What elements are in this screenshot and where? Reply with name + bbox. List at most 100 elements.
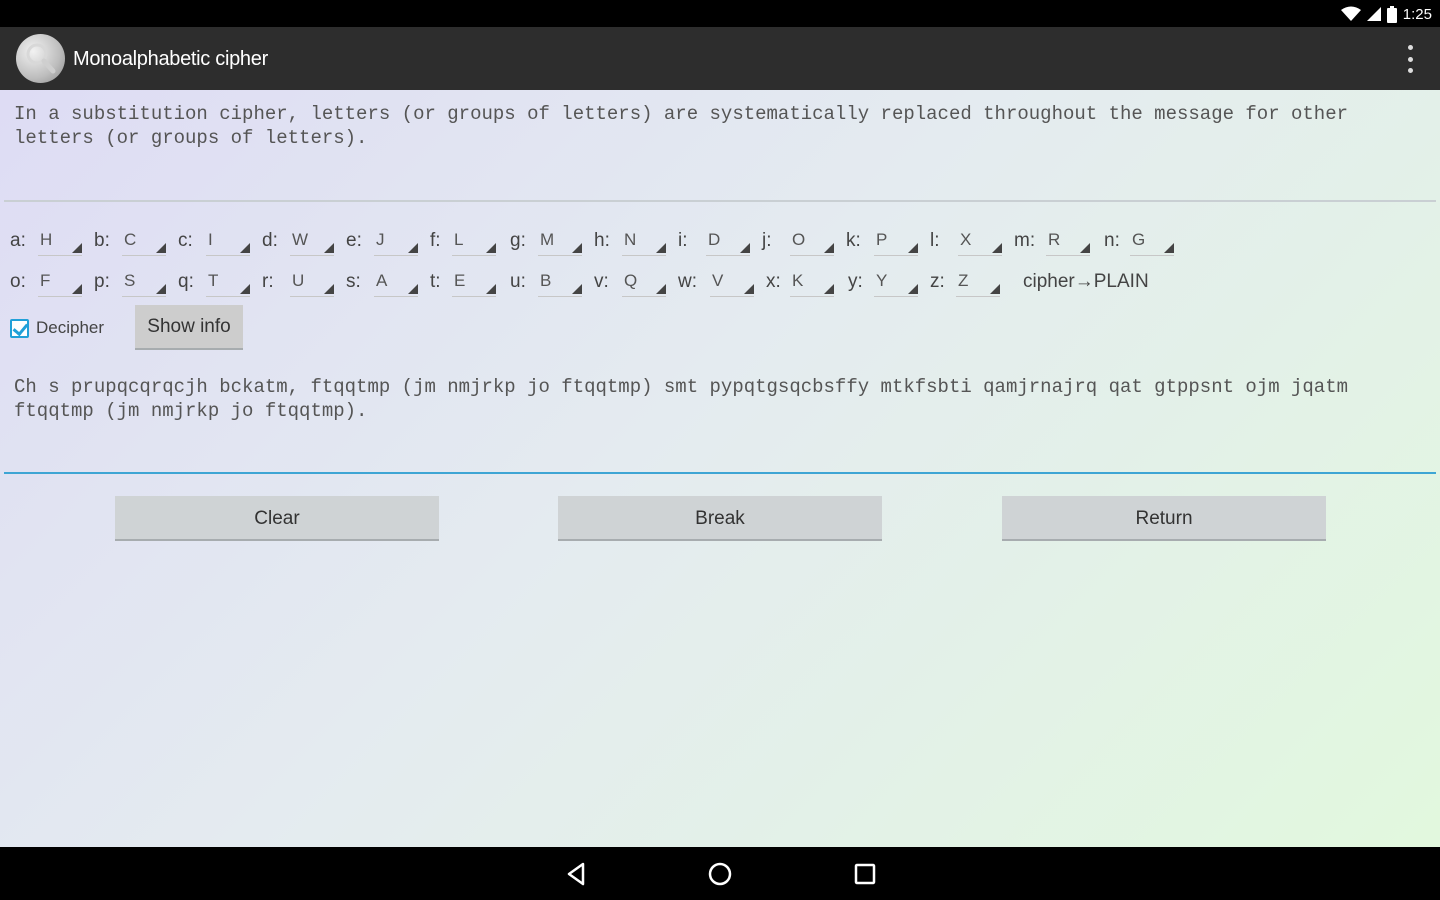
map-letter: n: (1104, 230, 1120, 251)
spinner-arrow-icon (572, 243, 582, 253)
spinner-arrow-icon (156, 284, 166, 294)
direction-label: cipher→PLAIN (1023, 271, 1149, 292)
map-letter: j: (762, 230, 772, 251)
map-letter: v: (594, 271, 609, 292)
map-spinner[interactable]: R (1046, 224, 1090, 256)
home-icon[interactable] (706, 860, 734, 888)
map-letter: b: (94, 230, 110, 251)
map-letter: c: (178, 230, 193, 251)
map-spinner[interactable]: K (790, 265, 834, 297)
wifi-icon (1340, 6, 1361, 21)
map-letter: h: (594, 230, 610, 251)
app-title: Monoalphabetic cipher (73, 48, 268, 70)
map-letter: o: (10, 271, 26, 292)
spinner-arrow-icon (1164, 243, 1174, 253)
map-letter: a: (10, 230, 26, 251)
map-letter: k: (846, 230, 861, 251)
map-letter: x: (766, 271, 781, 292)
decipher-checkbox-row[interactable]: Decipher (10, 316, 104, 340)
map-spinner[interactable]: Z (956, 265, 1000, 297)
spinner-arrow-icon (572, 284, 582, 294)
map-letter: u: (510, 271, 526, 292)
map-spinner[interactable]: Q (622, 265, 666, 297)
map-spinner[interactable]: G (1130, 224, 1174, 256)
spinner-arrow-icon (486, 284, 496, 294)
map-letter: i: (678, 230, 688, 251)
mapping-row-1: a: H b: C c: I d: W e: J f: L g: M h: N i: D j: O … (10, 224, 1210, 258)
map-spinner[interactable]: W (290, 224, 334, 256)
spinner-arrow-icon (824, 284, 834, 294)
spinner-arrow-icon (324, 243, 334, 253)
decipher-checkbox[interactable] (10, 318, 29, 338)
action-bar: Monoalphabetic cipher (0, 27, 1440, 90)
map-letter: l: (930, 230, 940, 251)
map-spinner[interactable]: X (958, 224, 1002, 256)
spinner-arrow-icon (908, 284, 918, 294)
map-spinner[interactable]: S (122, 265, 166, 297)
decipher-label: Decipher (36, 318, 105, 337)
map-letter: m: (1014, 230, 1036, 251)
spinner-arrow-icon (72, 243, 82, 253)
magnifier-icon[interactable] (16, 34, 65, 83)
map-letter: g: (510, 230, 526, 251)
status-time: 1:25 (1402, 5, 1432, 23)
signal-icon (1366, 7, 1381, 21)
show-info-button[interactable]: Show info (135, 305, 243, 350)
main-content: In a substitution cipher, letters (or gr… (0, 90, 1440, 847)
map-spinner[interactable]: M (538, 224, 582, 256)
map-letter: e: (346, 230, 362, 251)
map-letter: r: (262, 271, 274, 292)
cipher-text-input[interactable]: Ch s prupqcqrqcjh bckatm, ftqqtmp (jm nm… (14, 375, 1429, 423)
spinner-arrow-icon (408, 243, 418, 253)
map-spinner[interactable]: T (206, 265, 250, 297)
overflow-menu-icon[interactable] (1404, 45, 1416, 73)
map-spinner[interactable]: P (874, 224, 918, 256)
map-spinner[interactable]: A (374, 265, 418, 297)
spinner-arrow-icon (324, 284, 334, 294)
map-letter: d: (262, 230, 278, 251)
spinner-arrow-icon (72, 284, 82, 294)
map-spinner[interactable]: F (38, 265, 82, 297)
clear-button[interactable]: Clear (115, 496, 439, 541)
cipher-text-underline (4, 472, 1436, 474)
map-letter: t: (430, 271, 441, 292)
map-letter: y: (848, 271, 863, 292)
map-spinner[interactable]: Y (874, 265, 918, 297)
back-icon[interactable] (563, 860, 591, 888)
info-text-underline (4, 200, 1436, 202)
map-letter: w: (678, 271, 697, 292)
spinner-arrow-icon (824, 243, 834, 253)
map-spinner[interactable]: I (206, 224, 250, 256)
info-text[interactable]: In a substitution cipher, letters (or gr… (14, 102, 1429, 150)
spinner-arrow-icon (656, 243, 666, 253)
spinner-arrow-icon (240, 243, 250, 253)
map-spinner[interactable]: H (38, 224, 82, 256)
spinner-arrow-icon (408, 284, 418, 294)
map-letter: q: (178, 271, 194, 292)
battery-icon (1386, 5, 1397, 23)
break-button[interactable]: Break (558, 496, 882, 541)
spinner-arrow-icon (992, 243, 1002, 253)
map-spinner[interactable]: V (710, 265, 754, 297)
return-button[interactable]: Return (1002, 496, 1326, 541)
spinner-arrow-icon (740, 243, 750, 253)
map-spinner[interactable]: D (706, 224, 750, 256)
map-spinner[interactable]: B (538, 265, 582, 297)
map-spinner[interactable]: U (290, 265, 334, 297)
map-letter: z: (930, 271, 945, 292)
mapping-row-2: o: F p: S q: T r: U s: A t: E u: B v: Q w: V x: K … (10, 265, 1210, 299)
spinner-arrow-icon (1080, 243, 1090, 253)
spinner-arrow-icon (656, 284, 666, 294)
spinner-arrow-icon (240, 284, 250, 294)
navigation-bar (0, 847, 1440, 900)
map-spinner[interactable]: N (622, 224, 666, 256)
map-spinner[interactable]: E (452, 265, 496, 297)
map-letter: s: (346, 271, 361, 292)
spinner-arrow-icon (744, 284, 754, 294)
map-spinner[interactable]: C (122, 224, 166, 256)
map-spinner[interactable]: L (452, 224, 496, 256)
map-spinner[interactable]: O (790, 224, 834, 256)
spinner-arrow-icon (990, 284, 1000, 294)
map-spinner[interactable]: J (374, 224, 418, 256)
recents-icon[interactable] (851, 860, 879, 888)
